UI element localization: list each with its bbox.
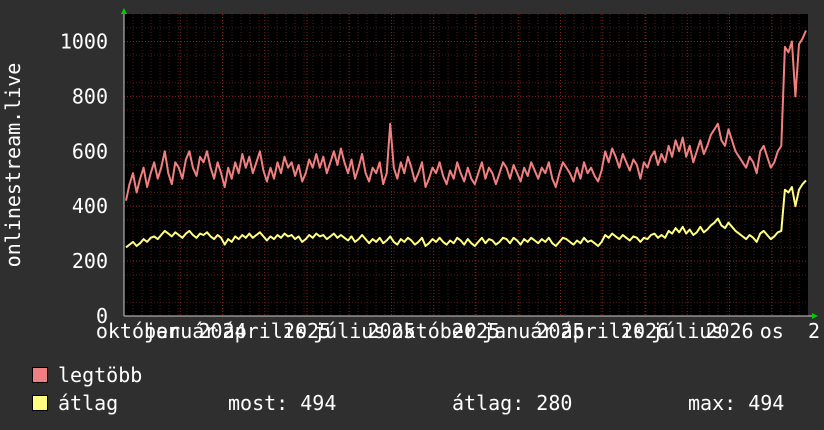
y-tick-label: 600 — [72, 139, 108, 163]
stat-max-value: 494 — [748, 391, 785, 415]
legend-label-atlag: átlag — [58, 391, 119, 415]
x-tick-label: os — [760, 319, 784, 343]
legend-label-legtobb: legtöbb — [58, 363, 143, 387]
stat-max: max: 494 — [688, 392, 784, 414]
y-tick-label: 200 — [72, 249, 108, 273]
y-tick-label: 1000 — [60, 29, 108, 53]
legend-swatch-atlag — [32, 395, 48, 411]
stat-most-label: most: — [228, 391, 289, 415]
x-tick-label: 2 — [808, 319, 820, 343]
x-axis-ticks: októberjanuár2024április2025július2025ok… — [96, 319, 820, 343]
x-tick-label: 2026 — [705, 319, 753, 343]
y-axis-arrow — [121, 8, 127, 14]
y-tick-label: 800 — [72, 84, 108, 108]
stat-most-value: 494 — [300, 391, 337, 415]
stat-avg-label: átlag: — [452, 391, 525, 415]
stat-avg-value: 280 — [536, 391, 573, 415]
stat-max-label: max: — [688, 391, 737, 415]
y-axis-ticks: 02004006008001000 — [60, 29, 108, 328]
y-tick-label: 400 — [72, 194, 108, 218]
y-axis-label: onlinestream.live — [1, 63, 25, 268]
legend-item-atlag: átlag most: 494 átlag: 280 max: 494 — [32, 392, 812, 414]
stat-avg: átlag: 280 — [452, 392, 572, 414]
stat-most: most: 494 — [228, 392, 336, 414]
legend-swatch-legtobb — [32, 367, 48, 383]
